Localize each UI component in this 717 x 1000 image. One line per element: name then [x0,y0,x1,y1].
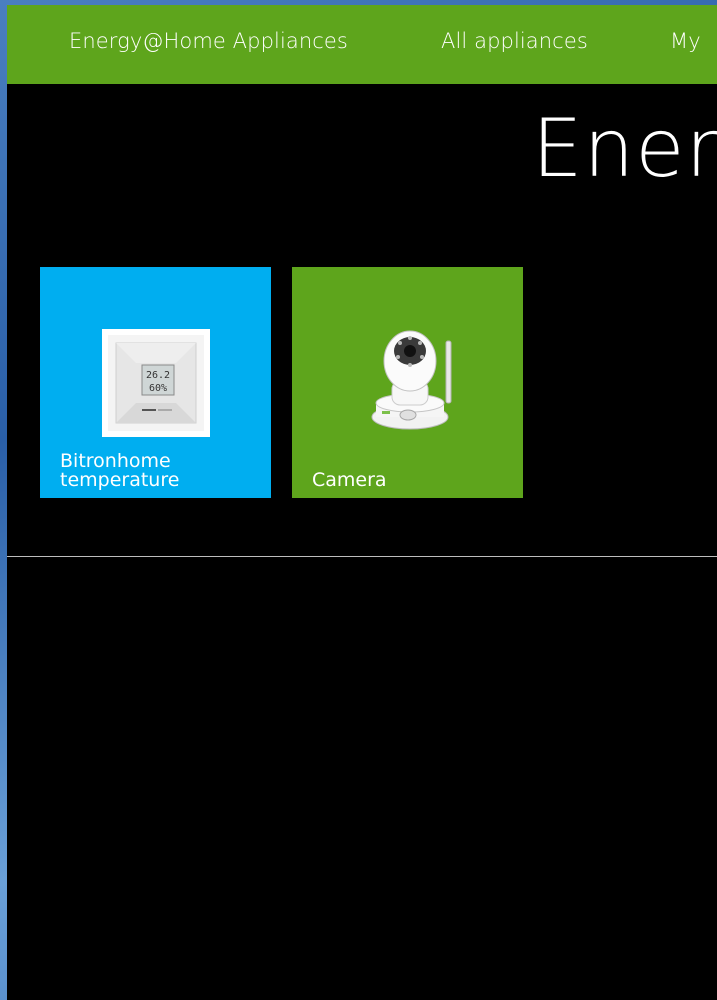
nav-brand-link[interactable]: Energy@Home Appliances [69,29,348,53]
appliance-tile-bitronhome-temperature[interactable]: 26.2 60% Bitronhome temperature [40,267,271,498]
tile-label: Bitronhome temperature [60,452,250,490]
page-title: Ener [532,102,717,195]
app-window: Energy@Home Appliances All appliances My… [7,5,717,1000]
device-display-top: 26.2 [146,370,170,381]
appliance-tile-camera[interactable]: Camera [292,267,523,498]
tile-label: Camera [312,471,502,490]
nav-my-link[interactable]: My [670,29,701,53]
ip-camera-icon [362,325,462,435]
top-navbar: Energy@Home Appliances All appliances My [7,5,717,84]
device-display-bottom: 60% [149,383,167,394]
section-divider [7,556,717,557]
tile-label-line2: temperature [60,469,180,491]
thermostat-sensor-icon: 26.2 60% [102,329,210,437]
nav-all-appliances-link[interactable]: All appliances [441,29,588,53]
tile-label-line1: Camera [312,469,387,491]
